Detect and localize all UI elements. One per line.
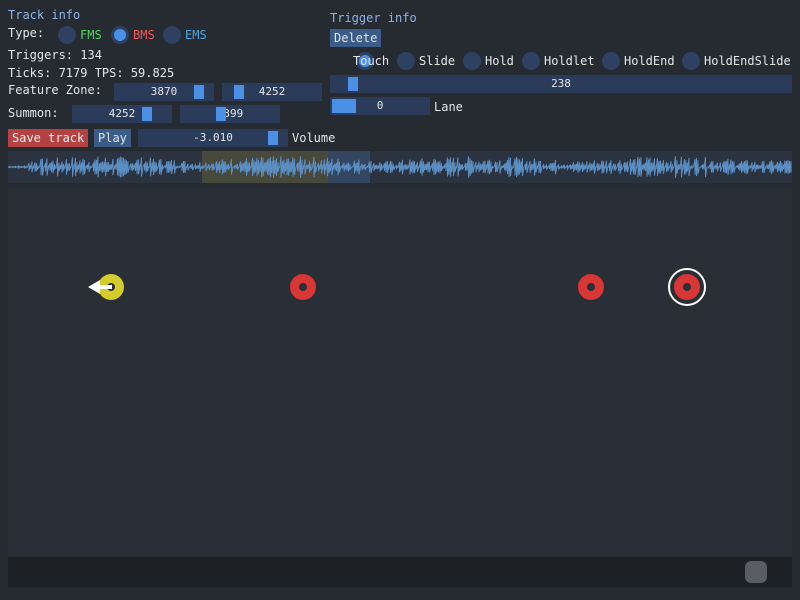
selected-touch-trigger-icon[interactable] [668, 268, 706, 306]
touch-trigger-icon[interactable] [290, 274, 316, 300]
triggers-layer [88, 268, 706, 306]
touch-trigger-icon[interactable] [578, 274, 604, 300]
scrollbar-thumb[interactable] [745, 561, 767, 583]
timeline-scrollbar[interactable] [8, 557, 792, 587]
slide-trigger-icon[interactable] [88, 274, 124, 300]
